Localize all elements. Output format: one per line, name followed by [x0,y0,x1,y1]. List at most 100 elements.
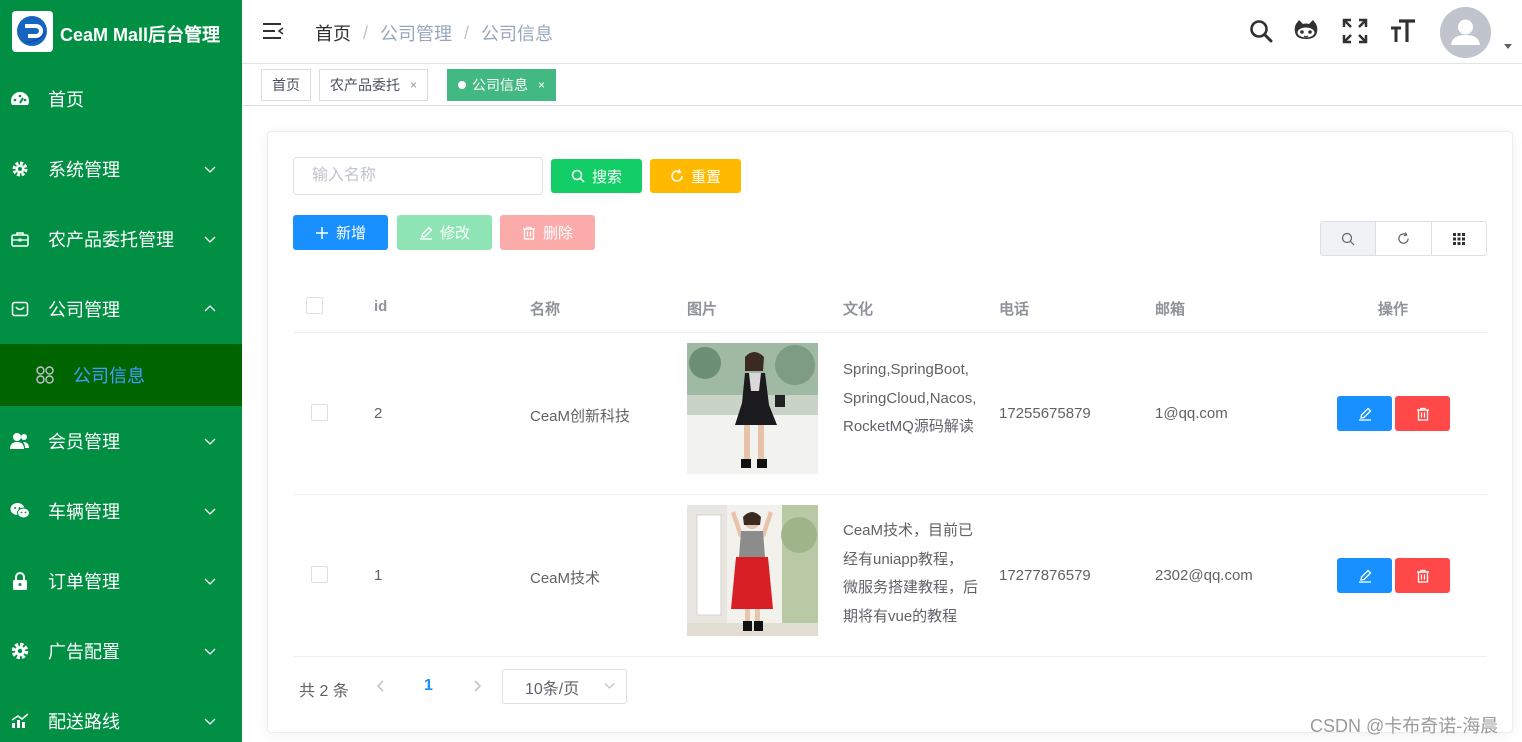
refresh-button[interactable] [1376,222,1432,255]
column-header-id: id [374,298,388,315]
sidebar-item-label: 订单管理 [48,572,120,592]
reset-button[interactable]: 重置 [650,159,741,193]
sidebar-item-ads[interactable]: 广告配置 [0,616,242,686]
sidebar-item-label: 配送路线 [48,712,120,732]
sidebar-item-system[interactable]: 系统管理 [0,134,242,204]
chevron-right-icon[interactable] [470,678,484,694]
watermark: CSDN @卡布奇诺-海晨 [1310,716,1499,736]
sidebar-item-home[interactable]: 首页 [0,64,242,134]
search-icon [571,169,585,183]
cell-culture: CeaM技术，目前已经有uniapp教程，微服务搭建教程，后期将有vue的教程 [843,522,979,625]
edit-icon [419,226,433,240]
avatar[interactable] [1440,7,1491,58]
search-button[interactable]: 搜索 [551,159,642,193]
search-icon [1342,232,1355,245]
hamburger-icon[interactable] [262,21,284,41]
sidebar-item-label: 车辆管理 [48,502,120,522]
sidebar-item-routes[interactable]: 配送路线 [0,686,242,742]
grid-icon [35,365,55,385]
sidebar-item-label: 广告配置 [48,642,120,662]
row-edit-button[interactable] [1337,558,1392,593]
sidebar-item-vehicles[interactable]: 车辆管理 [0,476,242,546]
logo-row: CeaM Mall后台管理 [0,0,242,64]
chevron-down-icon [604,683,615,689]
breadcrumb: 首页 / 公司管理 / 公司信息 [315,20,553,46]
breadcrumb-item: 公司信息 [481,24,554,44]
wechat-icon [10,501,30,521]
sidebar-item-label: 公司管理 [48,300,120,320]
plus-icon [315,226,328,239]
tag-company-info[interactable]: 公司信息 × [447,69,557,101]
toolbox-icon [10,229,30,249]
edit-icon [1358,407,1371,421]
sidebar-subitem-company-info[interactable]: 公司信息 [0,344,242,406]
sidebar-item-label: 会员管理 [48,432,120,452]
pagination-page[interactable]: 1 [424,677,433,695]
company-image [687,505,818,636]
columns-button[interactable] [1431,222,1486,255]
close-icon[interactable]: × [538,78,545,92]
tag-home[interactable]: 首页 [261,69,311,101]
row-edit-button[interactable] [1337,396,1392,431]
chevron-down-icon [204,578,216,585]
trash-icon [1416,407,1429,421]
shop-icon [10,299,30,319]
cell-email: 1@qq.com [1155,405,1228,422]
trash-icon [1416,569,1429,583]
delete-button[interactable]: 删除 [500,215,595,250]
chevron-left-icon[interactable] [374,678,388,694]
font-size-icon[interactable] [1390,18,1416,44]
table-toolbar [1320,221,1487,256]
column-header-actions: 操作 [1378,301,1409,318]
chevron-down-icon [204,438,216,445]
sidebar-item-label: 首页 [48,90,84,110]
page-size-select[interactable]: 10条/页 [502,669,627,704]
close-icon[interactable]: × [410,78,417,92]
chevron-down-icon [204,648,216,655]
breadcrumb-item[interactable]: 首页 [315,20,351,46]
refresh-icon [671,169,683,182]
logo-icon [12,11,53,52]
select-all-checkbox[interactable] [306,297,323,314]
edit-button[interactable]: 修改 [397,215,492,250]
cell-phone: 17277876579 [999,567,1091,584]
breadcrumb-separator: / [363,22,369,43]
add-button[interactable]: 新增 [293,215,388,250]
column-header-name: 名称 [530,301,561,318]
column-header-image: 图片 [687,301,718,318]
row-checkbox[interactable] [311,566,328,583]
fullscreen-icon[interactable] [1342,18,1368,44]
github-icon[interactable] [1293,18,1319,44]
divider [293,494,1487,495]
sidebar-item-orders[interactable]: 订单管理 [0,546,242,616]
tag-agri[interactable]: 农产品委托 × [319,69,429,101]
settings-icon [10,641,30,661]
toggle-search-button[interactable] [1321,222,1377,255]
chevron-down-icon [204,166,216,173]
cell-phone: 17255675879 [999,405,1091,422]
pagination-total: 共 2 条 [299,683,349,700]
user-group-icon [10,431,30,451]
sidebar-item-members[interactable]: 会员管理 [0,406,242,476]
sidebar-item-agri[interactable]: 农产品委托管理 [0,204,242,274]
sidebar-item-company[interactable]: 公司管理 [0,274,242,344]
app-title: CeaM Mall后台管理 [60,25,221,45]
row-checkbox[interactable] [311,404,328,421]
search-icon[interactable] [1248,18,1274,44]
company-image [687,343,818,474]
edit-icon [1358,569,1371,583]
cell-name: CeaM技术 [530,570,601,587]
caret-down-icon[interactable] [1504,44,1512,49]
grid-icon [1452,232,1465,245]
cell-id: 1 [374,567,383,584]
sidebar: CeaM Mall后台管理 首页 系统管理 农产品委托管理 公司管理 公司信息 [0,0,242,742]
column-header-phone: 电话 [999,301,1030,318]
active-dot-icon [458,81,466,89]
row-delete-button[interactable] [1395,396,1450,431]
tags-view: 首页 农产品委托 × 公司信息 × [242,64,1522,106]
divider [293,656,1487,657]
breadcrumb-item: 公司管理 [380,24,453,44]
search-input[interactable] [293,157,543,195]
sidebar-subitem-label: 公司信息 [73,366,145,386]
row-delete-button[interactable] [1395,558,1450,593]
